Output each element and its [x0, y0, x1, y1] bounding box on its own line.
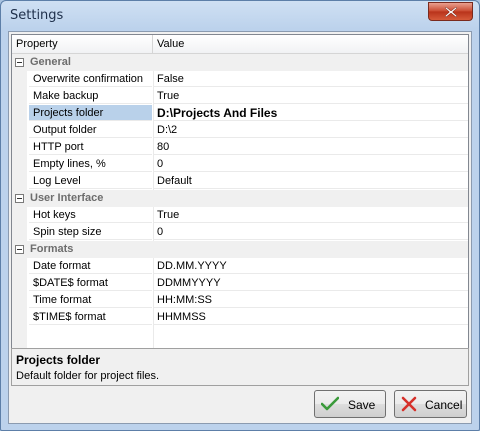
close-button[interactable]: [428, 2, 473, 21]
property-row[interactable]: Make backup True: [12, 88, 468, 105]
checkmark-icon: [321, 396, 339, 411]
property-value[interactable]: D:\Projects And Files: [154, 105, 468, 121]
save-button[interactable]: Save: [314, 390, 386, 418]
category-label: General: [30, 56, 71, 68]
property-name: Time format: [29, 292, 152, 308]
collapse-icon[interactable]: [15, 58, 24, 67]
window-title: Settings: [10, 8, 64, 23]
property-value[interactable]: 0: [154, 156, 468, 172]
category-user-interface[interactable]: User Interface: [12, 190, 468, 207]
property-row[interactable]: Hot keys True: [12, 207, 468, 224]
property-row[interactable]: HTTP port 80: [12, 139, 468, 156]
title-bar[interactable]: Settings: [1, 1, 479, 31]
property-name: Make backup: [29, 88, 152, 104]
property-value[interactable]: DDMMYYYY: [154, 275, 468, 291]
grid-column-line: [153, 326, 154, 348]
property-row[interactable]: Date format DD.MM.YYYY: [12, 258, 468, 275]
category-label: User Interface: [30, 192, 104, 204]
close-icon: [445, 7, 457, 17]
property-grid: Property Value General Overwrite confirm…: [11, 34, 469, 370]
property-value[interactable]: True: [154, 207, 468, 223]
column-divider[interactable]: [152, 35, 153, 53]
property-row[interactable]: Empty lines, % 0: [12, 156, 468, 173]
property-value[interactable]: 0: [154, 224, 468, 240]
property-value[interactable]: D:\2: [154, 122, 468, 138]
property-name: Spin step size: [29, 224, 152, 240]
property-name: Projects folder: [29, 105, 152, 121]
property-name: $DATE$ format: [29, 275, 152, 291]
description-title: Projects folder: [16, 353, 101, 367]
save-label: Save: [348, 398, 376, 412]
property-row[interactable]: Log Level Default: [12, 173, 468, 190]
grid-gutter: [12, 326, 27, 348]
property-value[interactable]: False: [154, 71, 468, 87]
category-general[interactable]: General: [12, 54, 468, 71]
property-row-selected[interactable]: Projects folder D:\Projects And Files: [12, 105, 468, 122]
collapse-icon[interactable]: [15, 194, 24, 203]
grid-header: Property Value: [12, 35, 468, 54]
property-name: Empty lines, %: [29, 156, 152, 172]
collapse-icon[interactable]: [15, 245, 24, 254]
property-name: HTTP port: [29, 139, 152, 155]
column-header-value[interactable]: Value: [157, 38, 184, 50]
property-row[interactable]: Overwrite confirmation False: [12, 71, 468, 88]
category-label: Formats: [30, 243, 74, 255]
property-row[interactable]: $DATE$ format DDMMYYYY: [12, 275, 468, 292]
property-name: $TIME$ format: [29, 309, 152, 325]
property-row[interactable]: Spin step size 0: [12, 224, 468, 241]
property-row[interactable]: $TIME$ format HHMMSS: [12, 309, 468, 326]
property-value[interactable]: True: [154, 88, 468, 104]
property-row[interactable]: Output folder D:\2: [12, 122, 468, 139]
cancel-button[interactable]: Cancel: [394, 390, 467, 418]
property-name: Hot keys: [29, 207, 152, 223]
description-text: Default folder for project files.: [16, 370, 160, 382]
column-header-property[interactable]: Property: [16, 38, 58, 50]
settings-window: Settings Property Value General Overwrit…: [0, 0, 480, 431]
property-value[interactable]: 80: [154, 139, 468, 155]
property-value[interactable]: HHMMSS: [154, 309, 468, 325]
property-value[interactable]: DD.MM.YYYY: [154, 258, 468, 274]
description-panel: Projects folder Default folder for proje…: [11, 348, 469, 386]
property-name: Log Level: [29, 173, 152, 189]
cancel-x-icon: [401, 396, 417, 412]
property-name: Date format: [29, 258, 152, 274]
cancel-label: Cancel: [425, 398, 463, 412]
property-row[interactable]: Time format HH:MM:SS: [12, 292, 468, 309]
property-name: Output folder: [29, 122, 152, 138]
property-value[interactable]: HH:MM:SS: [154, 292, 468, 308]
category-formats[interactable]: Formats: [12, 241, 468, 258]
property-name: Overwrite confirmation: [29, 71, 152, 87]
dialog-client-area: Property Value General Overwrite confirm…: [8, 31, 472, 424]
property-value[interactable]: Default: [154, 173, 468, 189]
